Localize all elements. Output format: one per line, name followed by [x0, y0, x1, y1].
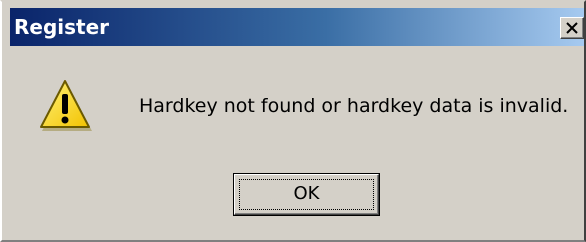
ok-button-label: OK [293, 183, 320, 204]
title-bar[interactable]: Register [10, 8, 584, 46]
window-title: Register [14, 15, 110, 39]
close-x-icon [566, 22, 578, 34]
ok-button[interactable]: OK [233, 173, 380, 216]
message-text: Hardkey not found or hardkey data is inv… [139, 95, 569, 117]
message-dialog: Register Hardkey not found or hardkey da… [0, 0, 586, 242]
close-button[interactable] [560, 17, 584, 39]
warning-icon [40, 80, 92, 131]
